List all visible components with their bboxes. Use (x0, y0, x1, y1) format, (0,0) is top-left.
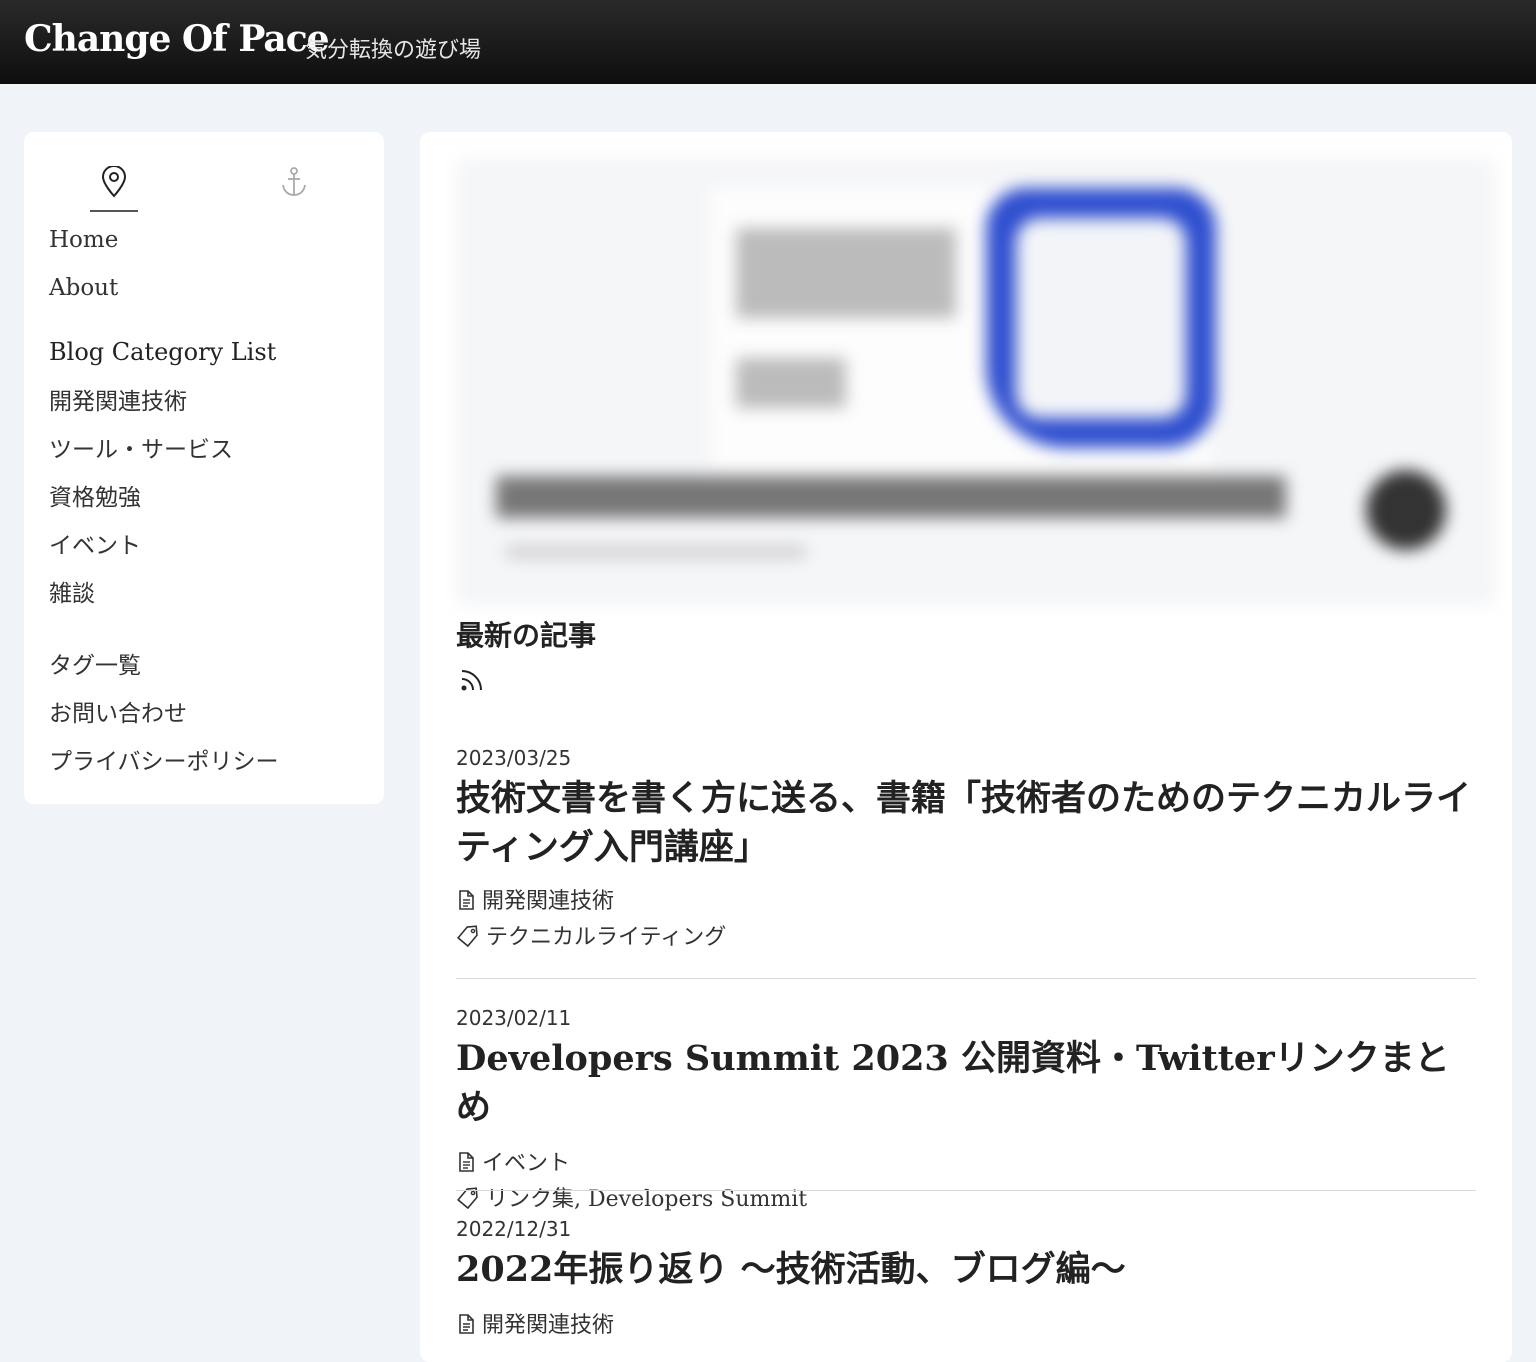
tab-anchor[interactable] (270, 162, 318, 210)
post-date: 2023/02/11 (456, 1006, 572, 1030)
nav-tags[interactable]: タグ一覧 (49, 646, 141, 680)
category-heading: Blog Category List (49, 338, 277, 366)
rss-feed-link[interactable] (458, 664, 488, 698)
post-category[interactable]: 開発関連技術 (456, 884, 1476, 920)
map-pin-icon (101, 166, 127, 198)
document-icon (459, 1152, 474, 1172)
sidebar: Home About Blog Category List 開発関連技術 ツール… (24, 132, 384, 804)
post-category[interactable]: イベント (456, 1146, 1476, 1182)
post-date: 2022/12/31 (456, 1217, 572, 1241)
site-title[interactable]: Change Of Pace (24, 18, 330, 60)
post-tags-label: テクニカルライティング (486, 925, 727, 950)
document-icon (459, 890, 474, 910)
section-title: 最新の記事 (456, 619, 597, 652)
post-title[interactable]: Developers Summit 2023 公開資料・Twitterリンクまと… (456, 1034, 1476, 1132)
tab-map-pin[interactable] (90, 162, 138, 212)
post-divider (456, 978, 1476, 979)
post-date: 2023/03/25 (456, 746, 572, 770)
nav-home[interactable]: Home (49, 227, 118, 253)
site-header: Change Of Pace 気分転換の遊び場 (0, 0, 1536, 84)
post-tags[interactable]: テクニカルライティング (456, 920, 1476, 956)
post-item: 2022/12/31 2022年振り返り 〜技術活動、ブログ編〜 開発関連技術 (456, 1217, 1476, 1344)
category-item[interactable]: 資格勉強 (49, 478, 141, 512)
post-title[interactable]: 2022年振り返り 〜技術活動、ブログ編〜 (456, 1245, 1476, 1294)
tag-icon (456, 925, 478, 948)
main-content: 最新の記事 2023/03/25 技術文書を書く方に送る、書籍「技術者のためのテ… (420, 132, 1512, 1362)
post-category-label: 開発関連技術 (482, 1313, 615, 1338)
post-divider (456, 1190, 1476, 1191)
site-subtitle: 気分転換の遊び場 (305, 38, 482, 63)
post-category-label: イベント (482, 1151, 571, 1176)
post-tags[interactable]: リンク集, Developers Summit (456, 1182, 1476, 1218)
document-icon (459, 1314, 474, 1334)
nav-privacy[interactable]: プライバシーポリシー (49, 742, 279, 776)
nav-about[interactable]: About (49, 275, 118, 301)
rss-icon (461, 670, 482, 691)
sidebar-tabs (24, 162, 384, 212)
post-category[interactable]: 開発関連技術 (456, 1308, 1476, 1344)
post-category-label: 開発関連技術 (482, 889, 615, 914)
category-item[interactable]: 雑談 (49, 574, 95, 608)
category-item[interactable]: イベント (49, 526, 141, 560)
hero-image[interactable] (456, 158, 1496, 606)
post-title[interactable]: 技術文書を書く方に送る、書籍「技術者のためのテクニカルライティング入門講座」 (456, 774, 1476, 872)
nav-contact[interactable]: お問い合わせ (49, 694, 187, 728)
category-item[interactable]: 開発関連技術 (49, 382, 187, 416)
post-item: 2023/02/11 Developers Summit 2023 公開資料・T… (456, 1006, 1476, 1218)
post-item: 2023/03/25 技術文書を書く方に送る、書籍「技術者のためのテクニカルライ… (456, 746, 1476, 956)
anchor-icon (282, 167, 306, 196)
category-item[interactable]: ツール・サービス (49, 430, 233, 464)
